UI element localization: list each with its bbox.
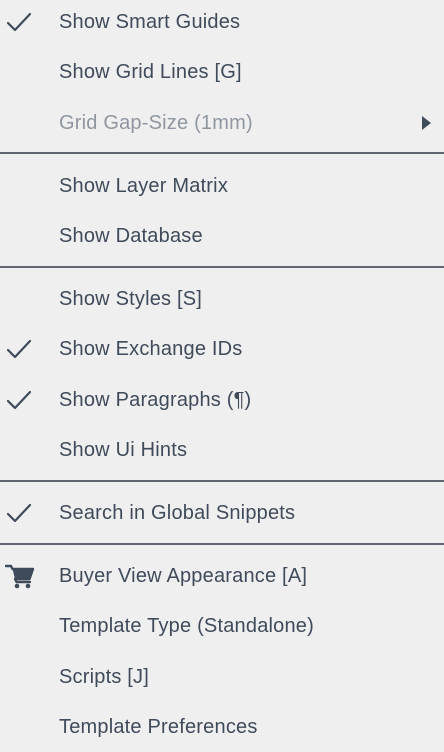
menu-item-show-paragraphs[interactable]: Show Paragraphs (¶) <box>0 376 444 424</box>
menu-separator <box>0 152 444 154</box>
checkmark-icon <box>6 12 32 32</box>
menu-item-label: Show Styles [S] <box>59 287 203 310</box>
menu-item-show-exchange-ids[interactable]: Show Exchange IDs <box>0 325 444 373</box>
menu-item-label: Template Type (Standalone) <box>59 614 314 637</box>
menu-item-label: Show Ui Hints <box>59 438 188 461</box>
menu-item-scripts[interactable]: Scripts [J] <box>0 653 444 701</box>
menu-item-show-styles[interactable]: Show Styles [S] <box>0 275 444 323</box>
menu-item-label: Show Paragraphs (¶) <box>59 388 252 411</box>
checkmark-icon <box>6 339 32 359</box>
checkmark-icon <box>6 503 32 523</box>
menu-item-label: Buyer View Appearance [A] <box>59 564 308 587</box>
menu-item-label: Template Preferences <box>59 715 258 738</box>
menu-item-label: Show Database <box>59 224 203 247</box>
checkmark-icon <box>6 390 32 410</box>
submenu-arrow-icon <box>422 116 431 130</box>
menu-item-show-ui-hints[interactable]: Show Ui Hints <box>0 426 444 474</box>
menu-separator <box>0 480 444 482</box>
menu-item-label: Search in Global Snippets <box>59 501 296 524</box>
menu-item-template-type[interactable]: Template Type (Standalone) <box>0 602 444 650</box>
view-menu: Show Smart Guides Show Grid Lines [G] Gr… <box>0 0 444 752</box>
cart-icon <box>5 564 35 589</box>
menu-item-label: Grid Gap-Size (1mm) <box>59 111 253 134</box>
menu-item-grid-gap-size: Grid Gap-Size (1mm) <box>0 99 444 147</box>
menu-item-show-database[interactable]: Show Database <box>0 212 444 260</box>
menu-separator <box>0 266 444 268</box>
menu-item-label: Show Exchange IDs <box>59 337 243 360</box>
menu-item-buyer-view-appearance[interactable]: Buyer View Appearance [A] <box>0 552 444 600</box>
menu-item-label: Scripts [J] <box>59 665 149 688</box>
menu-item-label: Show Layer Matrix <box>59 174 229 197</box>
menu-item-label: Show Grid Lines [G] <box>59 60 242 83</box>
menu-item-show-smart-guides[interactable]: Show Smart Guides <box>0 0 444 46</box>
menu-item-label: Show Smart Guides <box>59 10 241 33</box>
menu-item-show-grid-lines[interactable]: Show Grid Lines [G] <box>0 48 444 96</box>
menu-item-template-preferences[interactable]: Template Preferences <box>0 703 444 751</box>
menu-separator <box>0 543 444 545</box>
menu-item-show-layer-matrix[interactable]: Show Layer Matrix <box>0 162 444 210</box>
menu-item-search-global-snippets[interactable]: Search in Global Snippets <box>0 489 444 537</box>
